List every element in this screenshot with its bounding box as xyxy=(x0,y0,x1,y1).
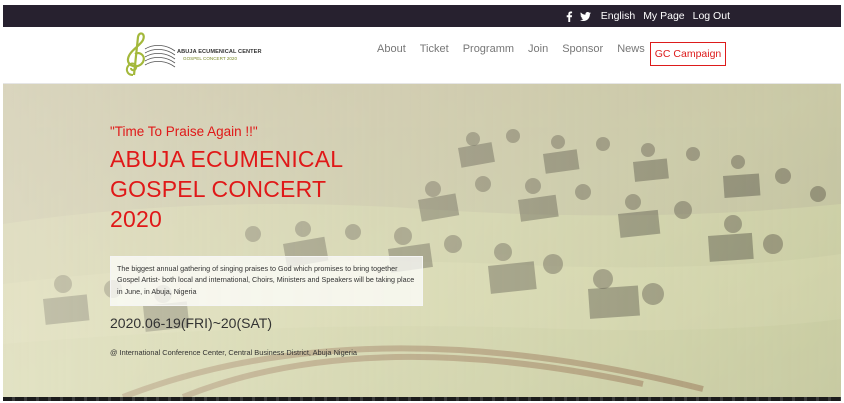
log-out-link[interactable]: Log Out xyxy=(693,10,730,22)
hero-title-line-2: GOSPEL CONCERT xyxy=(110,176,327,202)
main-menu: About Ticket Programm Join Sponsor News xyxy=(377,43,645,55)
logo-subtitle: GOSPEL CONCERT 2020 xyxy=(183,56,238,61)
nav-sponsor[interactable]: Sponsor xyxy=(562,43,603,55)
twitter-icon[interactable] xyxy=(579,11,591,21)
hero-title: ABUJA ECUMENICAL GOSPEL CONCERT 2020 xyxy=(110,144,430,234)
logo-title: ABUJA ECUMENICAL CENTER xyxy=(177,49,262,55)
event-venue: @ International Conference Center, Centr… xyxy=(110,348,357,357)
main-navbar: ABUJA ECUMENICAL CENTER GOSPEL CONCERT 2… xyxy=(3,27,841,84)
site-logo[interactable]: ABUJA ECUMENICAL CENTER GOSPEL CONCERT 2… xyxy=(119,29,289,81)
hero-description: The biggest annual gathering of singing … xyxy=(110,256,423,306)
hero-banner: "Time To Praise Again !!" ABUJA ECUMENIC… xyxy=(3,84,841,397)
top-utility-bar: English My Page Log Out xyxy=(3,5,841,27)
treble-clef-logo-icon xyxy=(125,32,176,76)
nav-ticket[interactable]: Ticket xyxy=(420,43,449,55)
my-page-link[interactable]: My Page xyxy=(643,10,684,22)
gc-campaign-button[interactable]: GC Campaign xyxy=(650,42,726,66)
hero-title-line-1: ABUJA ECUMENICAL xyxy=(110,146,344,172)
nav-about[interactable]: About xyxy=(377,43,406,55)
page: English My Page Log Out ABUJA ECUMENICAL… xyxy=(3,5,841,401)
facebook-icon[interactable] xyxy=(565,11,573,22)
hero-tagline: "Time To Praise Again !!" xyxy=(110,124,258,139)
bottom-strip xyxy=(3,397,841,401)
language-link[interactable]: English xyxy=(601,10,635,22)
event-date: 2020.06-19(FRI)~20(SAT) xyxy=(110,315,272,331)
nav-join[interactable]: Join xyxy=(528,43,548,55)
hero-title-line-3: 2020 xyxy=(110,206,162,232)
nav-news[interactable]: News xyxy=(617,43,645,55)
nav-programm[interactable]: Programm xyxy=(463,43,514,55)
